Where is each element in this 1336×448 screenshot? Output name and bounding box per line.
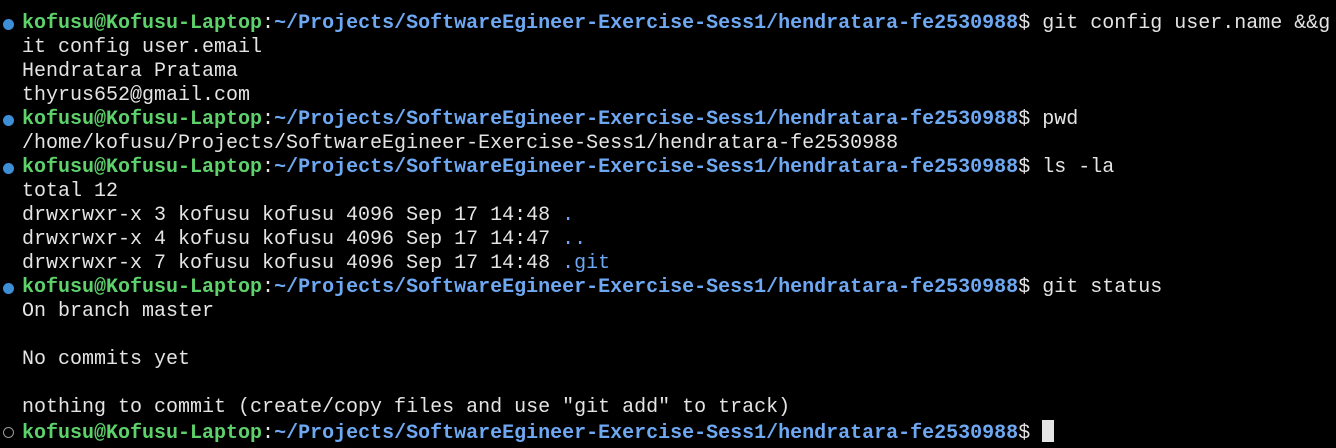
listing-dir-name: . [562,204,575,227]
prompt-colon: : [262,276,275,299]
prompt-user-host: kofusu@Kofusu-Laptop [22,422,263,444]
listing-meta: drwxrwxr-x 4 kofusu kofusu 4096 Sep 17 1… [22,228,563,251]
listing-row: drwxrwxr-x 4 kofusu kofusu 4096 Sep 17 1… [0,228,1336,252]
listing-dir-name: .. [562,228,587,251]
prompt-path: ~/Projects/SoftwareEgineer-Exercise-Sess… [274,12,1019,35]
prompt-line: kofusu@Kofusu-Laptop:~/Projects/Software… [0,12,1336,36]
prompt-symbol: $ [1018,422,1031,444]
prompt-line: kofusu@Kofusu-Laptop:~/Projects/Software… [0,276,1336,300]
prompt-user-host: kofusu@Kofusu-Laptop [22,156,263,179]
prompt-colon: : [262,422,275,444]
listing-row: drwxrwxr-x 3 kofusu kofusu 4096 Sep 17 1… [0,204,1336,228]
command-success-icon[interactable] [3,19,14,30]
output-line: Hendratara Pratama [22,60,239,83]
prompt-colon: : [262,12,275,35]
prompt-user-host: kofusu@Kofusu-Laptop [22,276,263,299]
output-line: nothing to commit (create/copy files and… [22,396,791,419]
prompt-user-host: kofusu@Kofusu-Laptop [22,108,263,131]
prompt-path: ~/Projects/SoftwareEgineer-Exercise-Sess… [274,276,1019,299]
command-text: git status [1030,276,1163,299]
command-text: git config user.name &&g [1030,12,1331,35]
command-success-icon[interactable] [3,283,14,294]
command-pending-icon[interactable] [3,427,14,438]
prompt-symbol: $ [1018,156,1031,179]
prompt-user-host: kofusu@Kofusu-Laptop [22,12,263,35]
text-cursor[interactable] [1042,420,1055,442]
command-success-icon[interactable] [3,115,14,126]
listing-row: drwxrwxr-x 7 kofusu kofusu 4096 Sep 17 1… [0,252,1336,276]
prompt-path: ~/Projects/SoftwareEgineer-Exercise-Sess… [274,422,1019,444]
command-text: ls -la [1030,156,1115,179]
prompt-line: kofusu@Kofusu-Laptop:~/Projects/Software… [0,156,1336,180]
prompt-path: ~/Projects/SoftwareEgineer-Exercise-Sess… [274,156,1019,179]
output-line: it config user.email [22,36,263,59]
prompt-path: ~/Projects/SoftwareEgineer-Exercise-Sess… [274,108,1019,131]
prompt-colon: : [262,156,275,179]
output-line: /home/kofusu/Projects/SoftwareEgineer-Ex… [22,132,899,155]
output-line: total 12 [22,180,119,203]
output-line: thyrus652@gmail.com [22,84,251,107]
terminal-output[interactable]: kofusu@Kofusu-Laptop:~/Projects/Software… [0,12,1336,444]
command-success-icon[interactable] [3,163,14,174]
command-text [1030,422,1042,444]
prompt-symbol: $ [1018,12,1031,35]
prompt-colon: : [262,108,275,131]
prompt-line: kofusu@Kofusu-Laptop:~/Projects/Software… [0,108,1336,132]
listing-meta: drwxrwxr-x 7 kofusu kofusu 4096 Sep 17 1… [22,252,563,275]
command-text: pwd [1030,108,1079,131]
output-line: On branch master [22,300,215,323]
output-line: No commits yet [22,348,191,371]
prompt-symbol: $ [1018,276,1031,299]
prompt-symbol: $ [1018,108,1031,131]
listing-meta: drwxrwxr-x 3 kofusu kofusu 4096 Sep 17 1… [22,204,563,227]
listing-dir-name: .git [562,252,611,275]
prompt-line: kofusu@Kofusu-Laptop:~/Projects/Software… [0,420,1336,444]
